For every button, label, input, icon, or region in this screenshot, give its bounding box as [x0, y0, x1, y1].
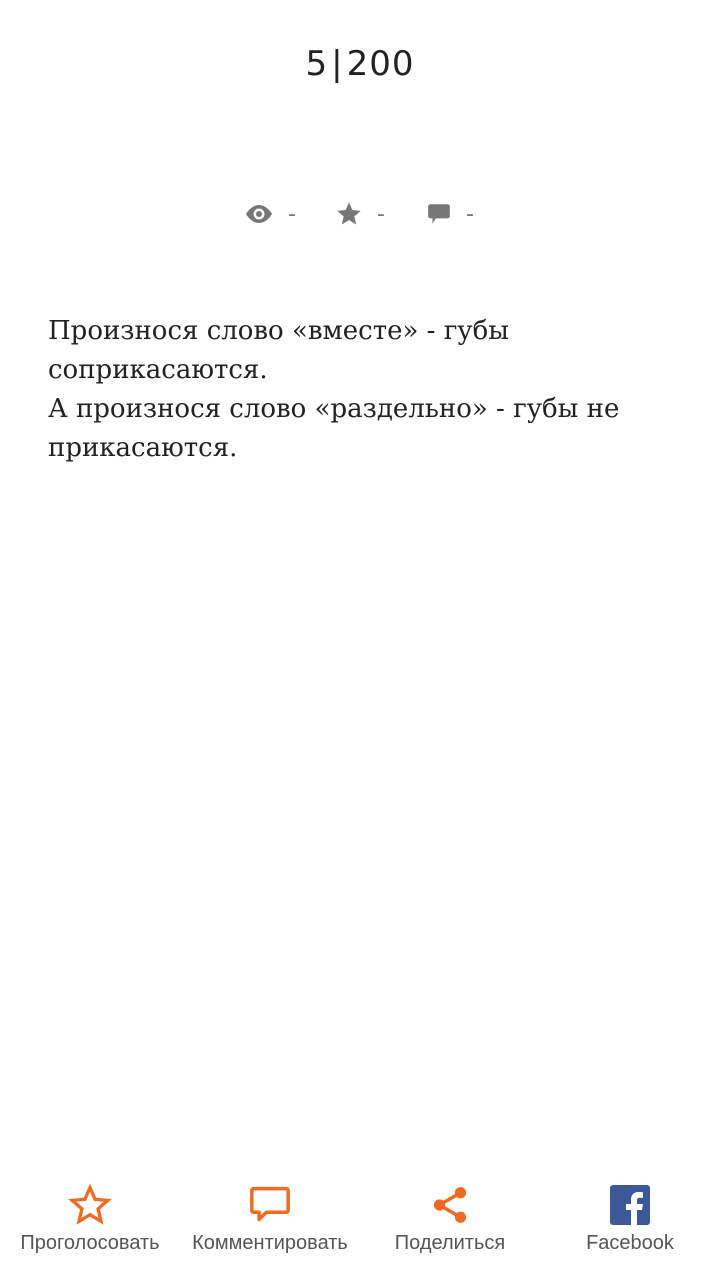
comment-icon	[248, 1180, 292, 1230]
facebook-icon	[610, 1180, 650, 1230]
quote-line-2: А произнося слово «раздельно» - губы не …	[48, 394, 620, 463]
vote-label: Проголосовать	[20, 1232, 160, 1254]
rating-stat: -	[315, 200, 405, 228]
counter-separator: |	[331, 44, 344, 84]
views-stat: -	[225, 200, 315, 228]
share-label: Поделиться	[394, 1232, 506, 1254]
star-icon	[335, 200, 363, 228]
facebook-button[interactable]: Facebook	[540, 1180, 720, 1280]
share-icon	[429, 1180, 471, 1230]
comments-stat: -	[405, 200, 495, 228]
quote-line-1: Произнося слово «вместе» - губы соприкас…	[48, 316, 509, 385]
speech-bubble-icon	[426, 201, 452, 227]
star-outline-icon	[68, 1180, 112, 1230]
bottom-action-bar: Проголосовать Комментировать Поделиться	[0, 1180, 720, 1280]
comment-button[interactable]: Комментировать	[180, 1180, 360, 1280]
total-pages-number: 200	[346, 44, 415, 84]
rating-count: -	[377, 201, 385, 227]
views-count: -	[288, 201, 296, 227]
page-counter: 5|200	[0, 44, 720, 84]
comment-label: Комментировать	[192, 1232, 348, 1254]
facebook-label: Facebook	[586, 1232, 674, 1254]
eye-icon	[244, 203, 274, 225]
share-button[interactable]: Поделиться	[360, 1180, 540, 1280]
stats-row: - - -	[0, 200, 720, 228]
current-page-number: 5	[305, 44, 329, 84]
comments-count: -	[466, 201, 474, 227]
vote-button[interactable]: Проголосовать	[0, 1180, 180, 1280]
quote-text: Произнося слово «вместе» - губы соприкас…	[48, 312, 672, 468]
